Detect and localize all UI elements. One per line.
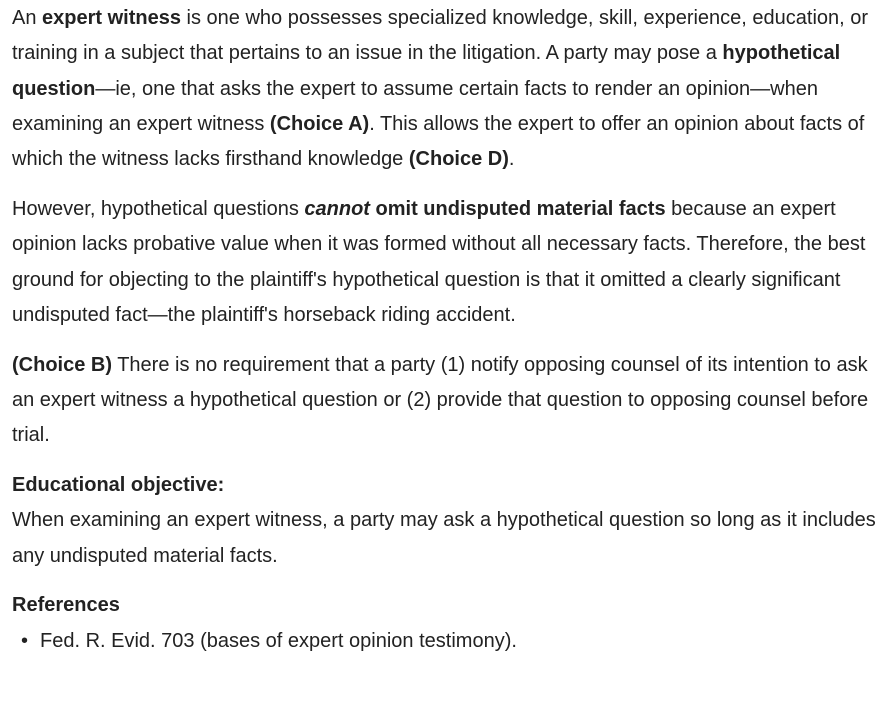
- paragraph-undisputed-facts: However, hypothetical questions cannot o…: [12, 192, 878, 333]
- references-list: • Fed. R. Evid. 703 (bases of expert opin…: [12, 624, 878, 659]
- explanation-content: An expert witness is one who possesses s…: [12, 1, 878, 659]
- text: However, hypothetical questions: [12, 197, 305, 220]
- educational-objective-heading: Educational objective:: [12, 474, 225, 497]
- reference-text: Fed. R. Evid. 703 (bases of expert opini…: [40, 629, 517, 652]
- text: .: [508, 148, 515, 171]
- bullet-icon: •: [21, 629, 29, 652]
- text: There is no requirement that a party (1)…: [12, 353, 869, 447]
- term-undisputed-facts: omit undisputed material facts: [369, 197, 666, 220]
- paragraph-expert-witness: An expert witness is one who possesses s…: [12, 1, 878, 177]
- references-heading: References: [12, 594, 120, 617]
- reference-item: • Fed. R. Evid. 703 (bases of expert opin…: [21, 624, 878, 659]
- text: An: [12, 7, 43, 29]
- term-expert-witness: expert witness: [42, 7, 181, 29]
- emphasis-cannot: cannot: [304, 197, 370, 220]
- choice-a-label: (Choice A): [269, 112, 370, 135]
- choice-b-label: (Choice B): [12, 353, 112, 376]
- paragraph-choice-b: (Choice B) There is no requirement that …: [12, 348, 878, 454]
- choice-d-label: (Choice D): [408, 148, 509, 171]
- educational-objective-text: When examining an expert witness, a part…: [12, 509, 876, 567]
